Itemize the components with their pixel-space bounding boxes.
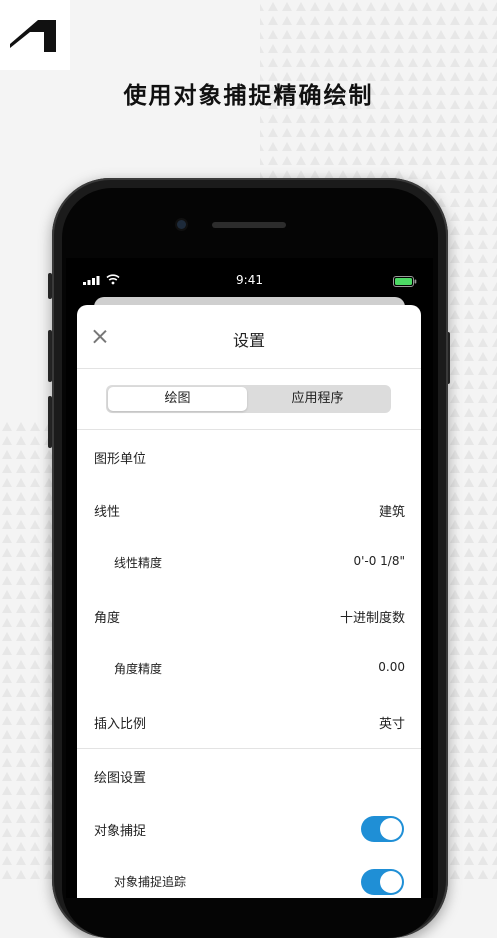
status-time: 9:41 — [236, 273, 263, 287]
setting-row-object-snap-tracking: 对象捕捉追踪 — [77, 855, 421, 898]
section-label: 图形单位 — [94, 452, 147, 467]
setting-label: 角度精度 — [114, 662, 163, 676]
setting-value: 英寸 — [378, 717, 405, 732]
setting-label: 对象捕捉追踪 — [114, 875, 187, 889]
tab-application[interactable]: 应用程序 — [248, 387, 387, 411]
setting-row-linear[interactable]: 线性 建筑 — [77, 483, 421, 536]
section-label: 绘图设置 — [94, 771, 147, 786]
setting-row-angle[interactable]: 角度 十进制度数 — [77, 589, 421, 642]
status-bar: 9:41 — [66, 272, 433, 290]
object-snap-toggle[interactable] — [361, 816, 404, 842]
setting-label: 线性 — [94, 505, 121, 520]
setting-value: 十进制度数 — [339, 611, 405, 626]
segmented-control: 绘图 应用程序 — [106, 385, 391, 413]
segmented-control-wrapper: 绘图 应用程序 — [77, 369, 421, 430]
section-title-drawing-settings: 绘图设置 — [77, 749, 421, 802]
headline: 使用对象捕捉精确绘制 — [123, 83, 374, 109]
setting-label: 对象捕捉 — [94, 824, 147, 839]
setting-row-angle-precision[interactable]: 角度精度 0.00 — [77, 642, 421, 695]
autodesk-logo — [0, 0, 70, 70]
setting-label: 角度 — [94, 611, 121, 626]
setting-row-linear-precision[interactable]: 线性精度 0'-0 1/8" — [77, 536, 421, 589]
setting-label: 插入比例 — [94, 717, 147, 732]
object-snap-tracking-toggle[interactable] — [361, 869, 404, 895]
setting-row-object-snap: 对象捕捉 — [77, 802, 421, 855]
sheet-title: 设置 — [232, 331, 265, 350]
front-camera — [177, 220, 186, 229]
battery-icon — [393, 276, 417, 287]
setting-label: 线性精度 — [114, 556, 163, 570]
setting-value: 建筑 — [378, 505, 405, 520]
settings-sheet: 设置 绘图 应用程序 图形单位 线性 建筑 线性精度 0'-0 1/8" 角度 … — [77, 305, 421, 898]
phone-screen: 9:41 设置 绘图 应用程序 图形单位 线性 建筑 线性精度 0'-0 1/8… — [66, 258, 433, 898]
section-title-graphic-units: 图形单位 — [77, 430, 421, 483]
setting-row-insert-scale[interactable]: 插入比例 英寸 — [77, 695, 421, 748]
setting-value: 0'-0 1/8" — [353, 554, 405, 568]
tab-drawing[interactable]: 绘图 — [108, 387, 247, 411]
setting-value: 0.00 — [378, 660, 405, 674]
sheet-header: 设置 — [77, 305, 421, 369]
earpiece-speaker — [212, 222, 286, 228]
